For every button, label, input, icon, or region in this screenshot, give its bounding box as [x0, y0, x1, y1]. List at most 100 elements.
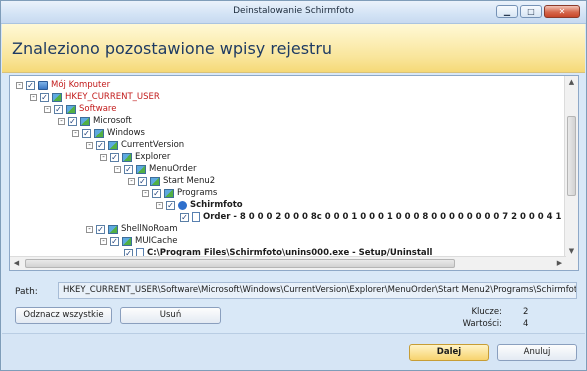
vertical-scroll-thumb[interactable]: [567, 116, 576, 196]
values-count: 4: [523, 319, 529, 329]
tree-node[interactable]: - ✓ MenuOrder: [114, 163, 197, 175]
collapse-icon[interactable]: -: [44, 105, 51, 113]
tree-node-checkbox[interactable]: ✓: [152, 188, 161, 198]
collapse-icon[interactable]: -: [58, 117, 65, 125]
header-banner: Znaleziono pozostawione wpisy rejestru: [2, 24, 585, 73]
tree-node-checkbox[interactable]: ✓: [110, 236, 119, 246]
tree-node-label: HKEY_CURRENT_USER: [65, 92, 160, 102]
registry-key-icon: [122, 236, 132, 246]
registry-tree-panel: - ✓ Mój Komputer - ✓ HKEY_CURRENT_USER - ✓ Softw…: [9, 75, 579, 271]
tree-node-label: Microsoft: [93, 116, 132, 126]
remove-button[interactable]: Usuń: [120, 307, 221, 324]
tree-node[interactable]: - ✓ Microsoft: [58, 115, 132, 127]
tree-node[interactable]: - ✓ Programs: [142, 187, 217, 199]
registry-key-icon: [122, 152, 132, 162]
registry-hive-icon: [52, 92, 62, 102]
tree-node-label: Schirmfoto: [190, 200, 243, 210]
minimize-button[interactable]: ▁: [496, 5, 518, 18]
collapse-icon[interactable]: -: [100, 237, 107, 245]
registry-value-icon: [192, 212, 200, 222]
window-controls: ▁ □ ✕: [496, 5, 580, 18]
tree-node-label: MUICache: [135, 236, 178, 246]
path-field[interactable]: HKEY_CURRENT_USER\Software\Microsoft\Win…: [58, 282, 577, 299]
tree-node[interactable]: ✓ Order - 8 0 0 0 2 0 0 0 8c 0 0 0 1 0 0 …: [170, 211, 566, 223]
deselect-all-button[interactable]: Odznacz wszystkie: [15, 307, 112, 324]
maximize-icon: □: [527, 6, 535, 16]
app-key-icon: [178, 200, 187, 210]
tree-node[interactable]: - ✓ Mój Komputer: [16, 79, 110, 91]
collapse-icon[interactable]: -: [30, 93, 37, 101]
registry-key-icon: [108, 140, 118, 150]
registry-key-icon: [94, 128, 104, 138]
horizontal-scroll-thumb[interactable]: [25, 259, 455, 268]
tree-node-checkbox[interactable]: ✓: [68, 116, 77, 126]
registry-key-icon: [150, 176, 160, 186]
tree-node[interactable]: - ✓ MUICache: [100, 235, 178, 247]
tree-node-label: Order - 8 0 0 0 2 0 0 0 8c 0 0 0 1 0 0 0…: [203, 212, 566, 222]
tree-node-label: CurrentVersion: [121, 140, 185, 150]
scroll-left-icon[interactable]: ◀: [10, 257, 23, 270]
path-label: Path:: [15, 287, 38, 297]
tree-node-checkbox[interactable]: ✓: [54, 104, 63, 114]
bottom-bar: Dalej Anuluj: [2, 333, 585, 370]
vertical-scrollbar[interactable]: ▲ ▼: [564, 76, 578, 258]
collapse-icon[interactable]: -: [100, 153, 107, 161]
tree-node[interactable]: - ✓ CurrentVersion: [86, 139, 184, 151]
tree-node-checkbox[interactable]: ✓: [138, 176, 147, 186]
tree-node[interactable]: - ✓ Schirmfoto: [156, 199, 243, 211]
scrollbar-corner: [565, 257, 578, 270]
tree-node-label: Start Menu2: [163, 176, 216, 186]
collapse-icon[interactable]: -: [86, 141, 93, 149]
close-icon: ✕: [558, 6, 566, 16]
registry-key-icon: [136, 164, 146, 174]
collapse-icon[interactable]: -: [72, 129, 79, 137]
uninstaller-window: Deinstalowanie Schirmfoto ▁ □ ✕ Znalezio…: [0, 0, 587, 371]
next-button[interactable]: Dalej: [409, 344, 489, 361]
keys-count: 2: [523, 307, 529, 317]
scroll-up-icon[interactable]: ▲: [565, 76, 578, 89]
values-label: Wartości:: [462, 319, 502, 329]
tree-node-label: Software: [79, 104, 117, 114]
computer-icon: [38, 80, 48, 90]
horizontal-scrollbar[interactable]: ◀ ▶: [10, 256, 566, 270]
tree-node[interactable]: - ✓ Software: [44, 103, 116, 115]
tree-node-checkbox[interactable]: ✓: [82, 128, 91, 138]
tree-node-checkbox[interactable]: ✓: [96, 224, 105, 234]
collapse-icon[interactable]: -: [86, 225, 93, 233]
collapse-icon[interactable]: -: [16, 81, 23, 89]
tree-node[interactable]: - ✓ HKEY_CURRENT_USER: [30, 91, 160, 103]
registry-key-icon: [66, 104, 76, 114]
tree-node-checkbox[interactable]: ✓: [40, 92, 49, 102]
collapse-icon[interactable]: -: [142, 189, 149, 197]
registry-tree[interactable]: - ✓ Mój Komputer - ✓ HKEY_CURRENT_USER - ✓ Softw…: [10, 76, 566, 258]
registry-key-icon: [164, 188, 174, 198]
registry-key-icon: [80, 116, 90, 126]
collapse-icon[interactable]: -: [128, 177, 135, 185]
collapse-icon[interactable]: -: [156, 201, 163, 209]
minimize-icon: ▁: [503, 6, 511, 16]
tree-node-label: MenuOrder: [149, 164, 197, 174]
title-bar[interactable]: Deinstalowanie Schirmfoto ▁ □ ✕: [1, 1, 586, 24]
tree-node-checkbox[interactable]: ✓: [26, 80, 35, 90]
maximize-button[interactable]: □: [520, 5, 542, 18]
close-button[interactable]: ✕: [544, 5, 580, 18]
tree-node-checkbox[interactable]: ✓: [110, 152, 119, 162]
tree-node-label: Programs: [177, 188, 218, 198]
tree-node-label: Mój Komputer: [51, 80, 111, 90]
tree-node-label: Explorer: [135, 152, 171, 162]
cancel-button[interactable]: Anuluj: [497, 344, 577, 361]
tree-node-checkbox[interactable]: ✓: [124, 164, 133, 174]
tree-node[interactable]: - ✓ Start Menu2: [128, 175, 215, 187]
tree-node[interactable]: - ✓ Explorer: [100, 151, 170, 163]
tree-node-checkbox[interactable]: ✓: [96, 140, 105, 150]
tree-node[interactable]: - ✓ Windows: [72, 127, 145, 139]
tree-node-checkbox[interactable]: ✓: [180, 212, 189, 222]
tree-node-label: Windows: [107, 128, 145, 138]
tree-node-checkbox[interactable]: ✓: [166, 200, 175, 210]
keys-label: Klucze:: [471, 307, 502, 317]
page-title: Znaleziono pozostawione wpisy rejestru: [12, 39, 333, 58]
tree-node-label: ShellNoRoam: [121, 224, 178, 234]
tree-node[interactable]: - ✓ ShellNoRoam: [86, 223, 178, 235]
registry-key-icon: [108, 224, 118, 234]
collapse-icon[interactable]: -: [114, 165, 121, 173]
